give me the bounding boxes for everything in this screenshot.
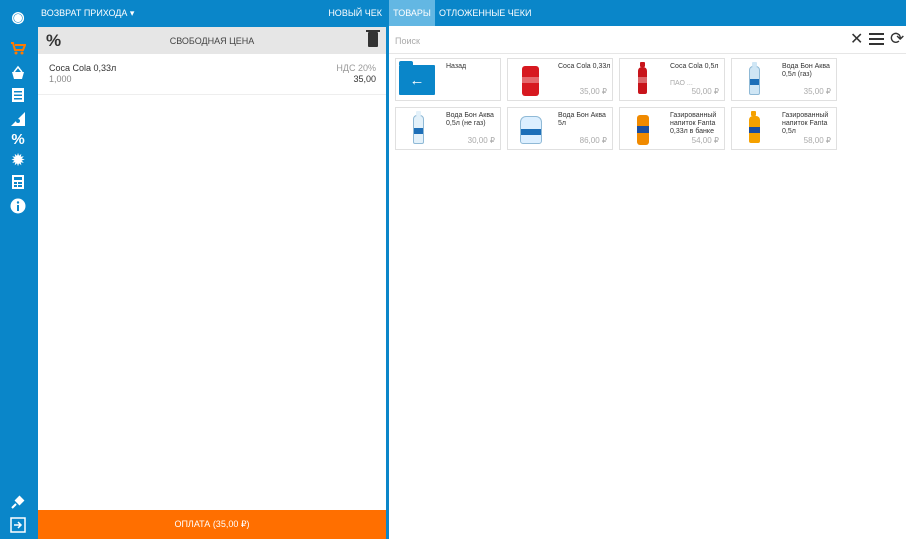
product-card[interactable]: Coca Cola 0,5л ПАО ... 50,00 ₽ bbox=[619, 58, 725, 101]
product-name: Газированный напиток Fanta 0,33л в банке bbox=[670, 112, 717, 135]
water-bottle-image bbox=[400, 111, 437, 147]
user-circle-icon[interactable]: ◉ bbox=[9, 9, 27, 27]
product-name: Coca Cola 0,5л bbox=[670, 63, 719, 70]
product-price: 58,00 ₽ bbox=[803, 136, 831, 145]
new-check-button[interactable]: НОВЫЙ ЧЕК bbox=[328, 8, 382, 18]
product-card[interactable]: Вода Бон Аква 0,5л (газ) 35,00 ₽ bbox=[731, 58, 837, 101]
catalog-tabs: ТОВАРЫ ОТЛОЖЕННЫЕ ЧЕКИ bbox=[389, 0, 906, 26]
operation-mode-dropdown[interactable]: ВОЗВРАТ ПРИХОДА ▾ bbox=[41, 8, 134, 19]
product-card[interactable]: Вода Бон Аква 5л 86,00 ₽ bbox=[507, 107, 613, 150]
fanta-can-image bbox=[624, 112, 661, 147]
free-price-row: % СВОБОДНАЯ ЦЕНА bbox=[38, 27, 386, 54]
product-manufacturer: ПАО ... bbox=[670, 80, 693, 87]
refresh-icon[interactable]: ⟳ bbox=[890, 30, 904, 48]
discount-percent-button[interactable]: % bbox=[46, 31, 61, 51]
product-card-back[interactable]: ← Назад bbox=[395, 58, 501, 101]
product-name: Назад bbox=[446, 63, 467, 70]
product-card[interactable]: Coca Cola 0,33л 35,00 ₽ bbox=[507, 58, 613, 101]
product-card[interactable]: Вода Бон Аква 0,5л (не газ) 30,00 ₽ bbox=[395, 107, 501, 150]
close-icon[interactable]: ✕ bbox=[850, 32, 863, 48]
back-folder-icon: ← bbox=[399, 61, 435, 95]
item-sum: 35,00 bbox=[353, 74, 376, 84]
tab-products[interactable]: ТОВАРЫ bbox=[389, 0, 435, 26]
plugin-icon[interactable] bbox=[9, 493, 27, 511]
product-name: Вода Бон Аква 0,5л (не газ) bbox=[446, 112, 494, 127]
product-name: Вода Бон Аква 0,5л (газ) bbox=[782, 63, 830, 78]
fanta-bottle-image bbox=[736, 111, 773, 147]
basket-icon[interactable] bbox=[9, 64, 27, 82]
free-price-button[interactable]: СВОБОДНАЯ ЦЕНА bbox=[72, 36, 352, 46]
search-bar: ✕ ⟳ bbox=[389, 28, 906, 54]
gear-icon[interactable]: ✹ bbox=[9, 152, 27, 170]
tab-deferred-checks[interactable]: ОТЛОЖЕННЫЕ ЧЕКИ bbox=[439, 0, 532, 26]
list-view-icon[interactable] bbox=[869, 33, 884, 46]
product-price: 50,00 ₽ bbox=[691, 87, 719, 96]
product-name: Coca Cola 0,33л bbox=[558, 63, 611, 70]
product-grid: ← Назад Coca Cola 0,33л 35,00 ₽ Coca Col… bbox=[395, 58, 840, 157]
product-price: 86,00 ₽ bbox=[579, 136, 607, 145]
pay-button[interactable]: ОПЛАТА (35,00 ₽) bbox=[38, 510, 386, 539]
logout-icon[interactable] bbox=[9, 516, 27, 534]
report-icon[interactable] bbox=[9, 173, 27, 191]
search-input[interactable] bbox=[393, 30, 851, 52]
product-price: 35,00 ₽ bbox=[579, 87, 607, 96]
product-price: 30,00 ₽ bbox=[467, 136, 495, 145]
check-header: ВОЗВРАТ ПРИХОДА ▾ НОВЫЙ ЧЕК bbox=[38, 0, 386, 27]
item-quantity: 1,000 bbox=[49, 74, 72, 84]
water-jug-image bbox=[512, 112, 549, 147]
product-price: 35,00 ₽ bbox=[803, 87, 831, 96]
sidebar: ◉ % ✹ bbox=[0, 0, 36, 539]
product-name: Вода Бон Аква 5л bbox=[558, 112, 606, 127]
check-panel: ВОЗВРАТ ПРИХОДА ▾ НОВЫЙ ЧЕК % СВОБОДНАЯ … bbox=[38, 0, 386, 539]
trash-icon[interactable] bbox=[366, 30, 380, 47]
percent-icon[interactable]: % bbox=[9, 131, 27, 149]
product-price: 54,00 ₽ bbox=[691, 136, 719, 145]
product-name: Газированный напиток Fanta 0,5л bbox=[782, 112, 829, 135]
cart-icon[interactable] bbox=[9, 39, 27, 57]
water-bottle-image bbox=[736, 62, 773, 98]
list-icon[interactable] bbox=[9, 86, 27, 104]
chart-icon[interactable] bbox=[9, 110, 27, 128]
coca-cola-can-image bbox=[512, 63, 549, 98]
coca-cola-bottle-image bbox=[624, 62, 661, 98]
check-item-row[interactable]: Coca Cola 0,33л 1,000 НДС 20% 35,00 bbox=[38, 54, 386, 95]
catalog-panel: ТОВАРЫ ОТЛОЖЕННЫЕ ЧЕКИ ✕ ⟳ ← Назад Coca … bbox=[389, 0, 906, 539]
item-name: Coca Cola 0,33л bbox=[49, 63, 117, 73]
item-vat: НДС 20% bbox=[336, 63, 376, 73]
product-card[interactable]: Газированный напиток Fanta 0,5л 58,00 ₽ bbox=[731, 107, 837, 150]
info-icon[interactable] bbox=[9, 197, 27, 215]
product-card[interactable]: Газированный напиток Fanta 0,33л в банке… bbox=[619, 107, 725, 150]
